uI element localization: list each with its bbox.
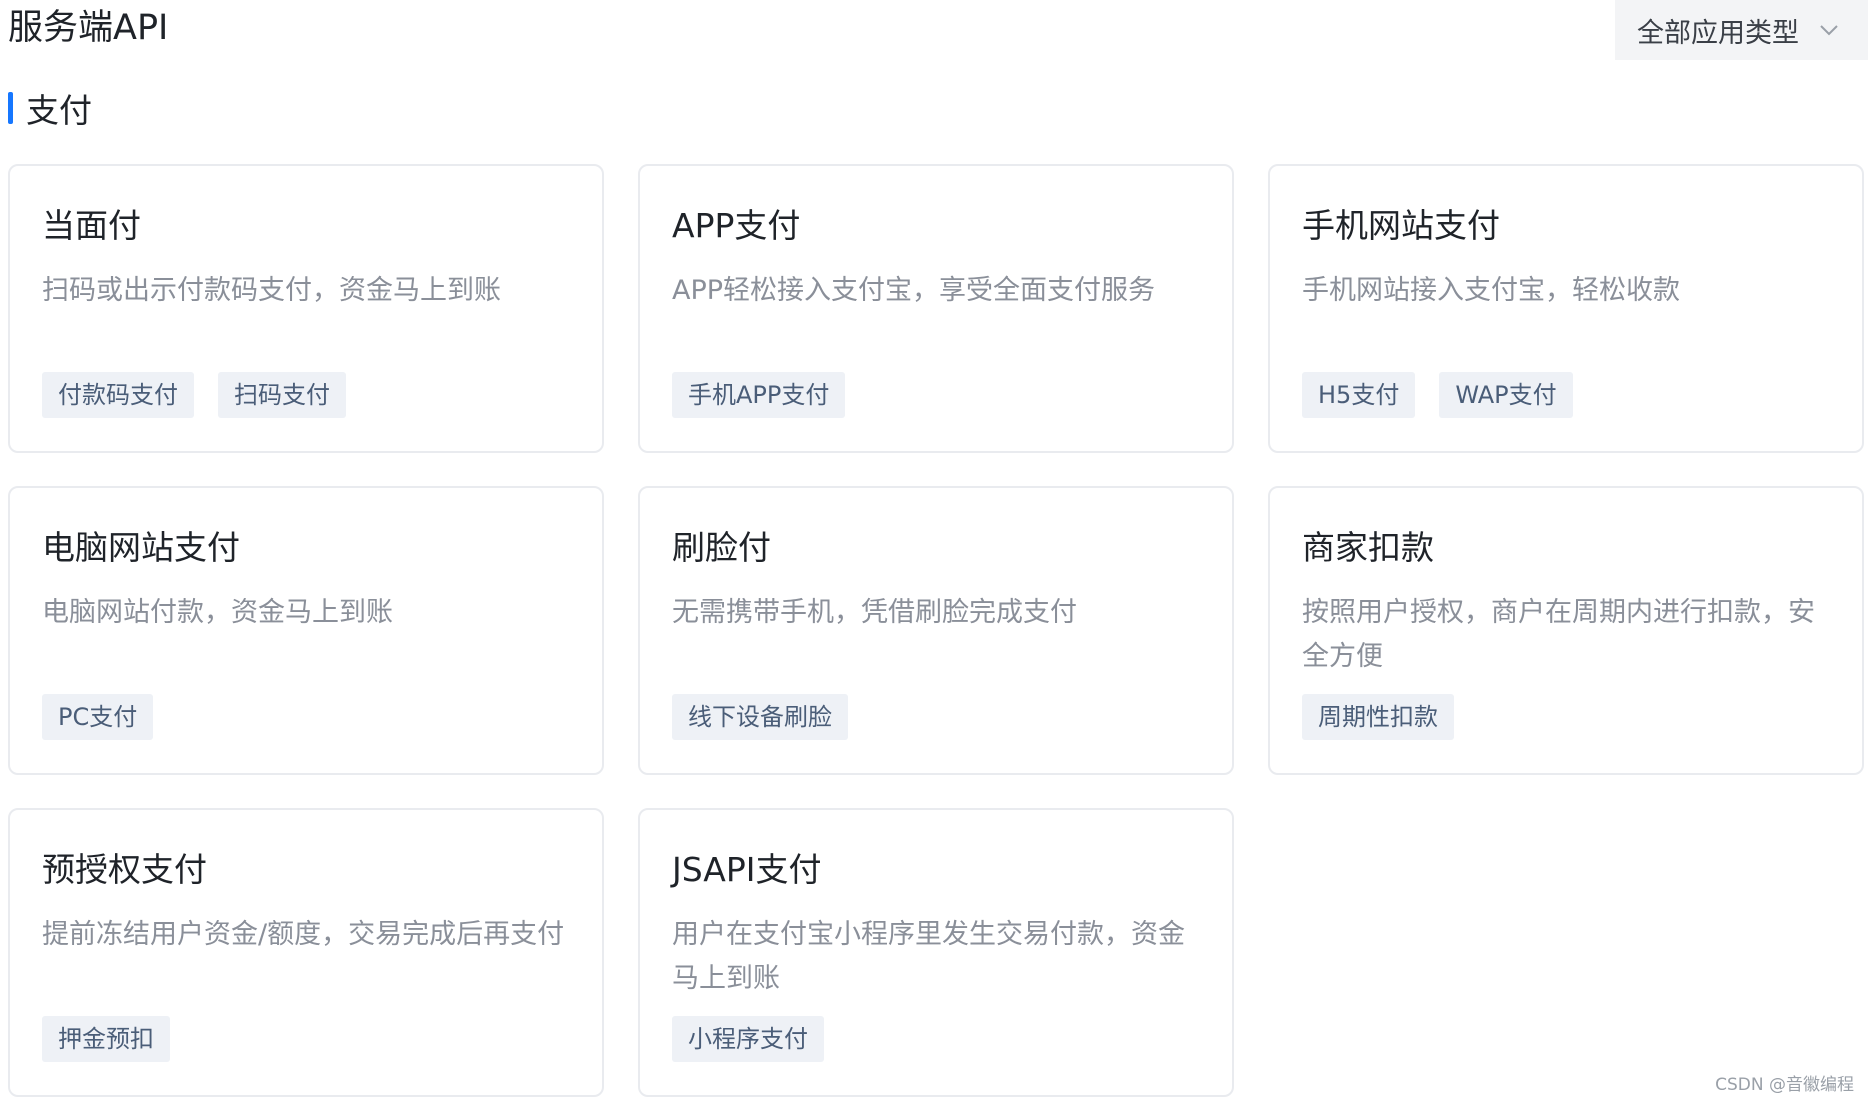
card-description: 无需携带手机，凭借刷脸完成支付 <box>672 597 1077 628</box>
section-header: 支付 <box>8 88 92 130</box>
card-tag[interactable]: 线下设备刷脸 <box>672 694 848 740</box>
watermark: CSDN @音徽编程 <box>1715 1075 1854 1095</box>
card-description: 用户在支付宝小程序里发生交易付款，资金马上到账 <box>672 919 1185 994</box>
card-tag-list: PC支付 <box>42 694 154 740</box>
page-title: 服务端API <box>8 8 169 48</box>
chevron-down-icon <box>1820 25 1838 36</box>
card-title: 电脑网站支付 <box>42 528 240 567</box>
product-card-grid: 当面付扫码或出示付款码支付，资金马上到账付款码支付 扫码支付 APP支付 APP轻松接… <box>8 164 1864 1097</box>
product-card[interactable]: 电脑网站支付电脑网站付款，资金马上到账 PC支付 <box>8 486 604 775</box>
card-description: 扫码或出示付款码支付，资金马上到账 <box>42 275 501 306</box>
card-description: APP轻松接入支付宝，享受全面支付服务 <box>672 275 1156 306</box>
card-tag[interactable]: WAP支付 <box>1439 372 1573 418</box>
card-tag[interactable]: H5支付 <box>1302 372 1416 418</box>
card-tag-list: 小程序支付 <box>672 1016 824 1062</box>
card-tag-list: 周期性扣款 <box>1302 694 1454 740</box>
card-tag[interactable]: 小程序支付 <box>672 1016 824 1062</box>
card-tag-list: 押金预扣 <box>42 1016 170 1062</box>
product-card[interactable]: 刷脸付无需携带手机，凭借刷脸完成支付线下设备刷脸 <box>638 486 1234 775</box>
card-description: 按照用户授权，商户在周期内进行扣款，安全方便 <box>1302 597 1815 672</box>
card-description: 电脑网站付款，资金马上到账 <box>42 597 393 628</box>
card-tag[interactable]: 扫码支付 <box>218 372 346 418</box>
product-card[interactable]: APP支付 APP轻松接入支付宝，享受全面支付服务手机APP支付 <box>638 164 1234 453</box>
card-description: 提前冻结用户资金/额度，交易完成后再支付 <box>42 919 565 950</box>
card-tag[interactable]: 手机APP支付 <box>672 372 846 418</box>
card-tag-list: H5支付 WAP支付 <box>1302 372 1573 418</box>
product-card[interactable]: 预授权支付提前冻结用户资金/额度，交易完成后再支付押金预扣 <box>8 808 604 1097</box>
product-card[interactable]: 商家扣款按照用户授权，商户在周期内进行扣款，安全方便周期性扣款 <box>1268 486 1864 775</box>
app-type-select[interactable]: 全部应用类型 <box>1615 0 1868 60</box>
product-card[interactable]: 手机网站支付手机网站接入支付宝，轻松收款 H5支付 WAP支付 <box>1268 164 1864 453</box>
card-tag[interactable]: 周期性扣款 <box>1302 694 1454 740</box>
page: 服务端API 全部应用类型 支付 当面付扫码或出示付款码支付，资金马上到账付款码… <box>0 0 1868 1099</box>
card-tag-list: 手机APP支付 <box>672 372 846 418</box>
section-accent-bar <box>8 92 13 124</box>
product-card[interactable]: 当面付扫码或出示付款码支付，资金马上到账付款码支付 扫码支付 <box>8 164 604 453</box>
card-title: JSAPI支付 <box>672 850 822 889</box>
card-tag[interactable]: PC支付 <box>42 694 154 740</box>
card-description: 手机网站接入支付宝，轻松收款 <box>1302 275 1680 306</box>
card-tag-list: 付款码支付 扫码支付 <box>42 372 346 418</box>
app-type-select-label: 全部应用类型 <box>1637 17 1799 49</box>
card-title: 预授权支付 <box>42 850 207 889</box>
product-card[interactable]: JSAPI支付用户在支付宝小程序里发生交易付款，资金马上到账小程序支付 <box>638 808 1234 1097</box>
card-title: 刷脸付 <box>672 528 771 567</box>
card-tag[interactable]: 付款码支付 <box>42 372 194 418</box>
card-tag-list: 线下设备刷脸 <box>672 694 848 740</box>
card-title: 当面付 <box>42 206 141 245</box>
card-title: APP支付 <box>672 206 801 245</box>
card-tag[interactable]: 押金预扣 <box>42 1016 170 1062</box>
card-title: 商家扣款 <box>1302 528 1434 567</box>
section-title: 支付 <box>26 91 92 130</box>
card-title: 手机网站支付 <box>1302 206 1500 245</box>
